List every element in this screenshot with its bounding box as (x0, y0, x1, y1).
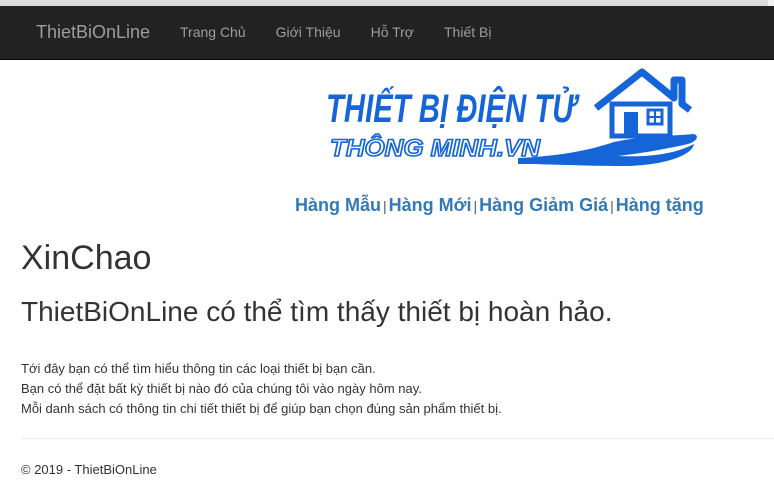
category-link-hang-moi[interactable]: Hàng Mới (389, 195, 472, 215)
intro-paragraph: Bạn có thể đặt bất kỳ thiết bị nào đó củ… (21, 381, 422, 396)
nav-link-trang-chu[interactable]: Trang Chủ (165, 6, 261, 59)
nav-link-thiet-bi[interactable]: Thiết Bị (429, 6, 506, 59)
page-title: XinChao (21, 239, 152, 277)
category-link-hang-mau[interactable]: Hàng Mẫu (295, 195, 381, 215)
navbar: ThietBiOnLine Trang Chủ Giới Thiệu Hỗ Tr… (0, 6, 774, 60)
category-link-hang-giam-gia[interactable]: Hàng Giảm Giá (479, 195, 608, 215)
logo-text-line1: THIẾT BỊ ĐIỆN TỬ (326, 85, 580, 131)
page-subtitle: ThietBiOnLine có thể tìm thấy thiết bị h… (21, 296, 613, 327)
nav-links: Trang Chủ Giới Thiệu Hỗ Trợ Thiết Bị (165, 6, 506, 59)
logo-graphic: THIẾT BỊ ĐIỆN TỬ THÔNG MINH.VN (326, 68, 697, 166)
category-separator: | (610, 198, 614, 214)
footer-copyright: © 2019 - ThietBiOnLine (21, 462, 157, 477)
brand-link[interactable]: ThietBiOnLine (36, 6, 150, 59)
intro-text: Tới đây bạn có thể tìm hiểu thông tin cá… (21, 359, 761, 419)
category-link-hang-tang[interactable]: Hàng tặng (616, 195, 704, 215)
logo-text-line2: THÔNG MINH.VN (330, 134, 541, 162)
nav-link-ho-tro[interactable]: Hỗ Trợ (356, 6, 429, 59)
category-links: Hàng Mẫu | Hàng Mới | Hàng Giảm Giá | Hàng tặn… (295, 192, 704, 218)
nav-link-gioi-thieu[interactable]: Giới Thiệu (261, 6, 356, 59)
footer-divider (21, 438, 774, 439)
intro-paragraph: Mỗi danh sách có thông tin chi tiết thiế… (21, 401, 502, 416)
intro-paragraph: Tới đây bạn có thể tìm hiểu thông tin cá… (21, 361, 376, 376)
site-logo[interactable]: THIẾT BỊ ĐIỆN TỬ THÔNG MINH.VN (322, 66, 702, 170)
category-separator: | (383, 198, 387, 214)
category-separator: | (473, 198, 478, 214)
